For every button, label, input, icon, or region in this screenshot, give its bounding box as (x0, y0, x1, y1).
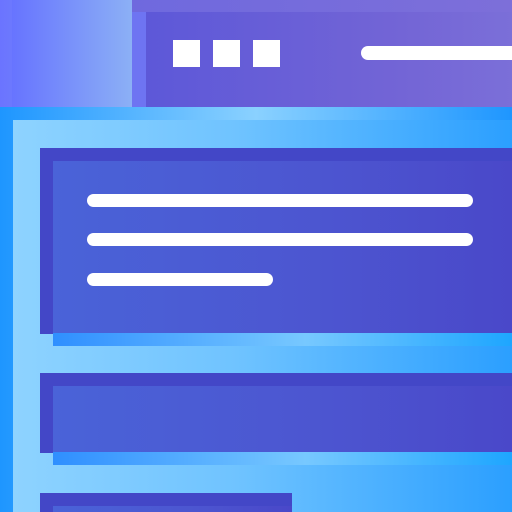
window-control-square-icon[interactable] (253, 40, 280, 67)
card-shadow (53, 452, 512, 465)
window-control-square-icon[interactable] (173, 40, 200, 67)
illustration-canvas (0, 0, 512, 512)
card-text-line (87, 194, 473, 207)
back-window-titlebar-shadow (132, 0, 512, 12)
front-window (0, 107, 512, 512)
front-window-content (13, 120, 512, 512)
content-card-3[interactable] (53, 506, 292, 512)
content-card-1[interactable] (53, 161, 512, 333)
back-window-titlebar (146, 12, 512, 108)
window-control-square-icon[interactable] (213, 40, 240, 67)
card-text-line (87, 233, 473, 246)
card-text-line (87, 273, 273, 286)
card-shadow (53, 333, 512, 346)
content-card-2[interactable] (53, 386, 512, 452)
address-bar-line[interactable] (361, 46, 512, 60)
back-window (0, 0, 512, 108)
back-window-left-panel (0, 0, 132, 108)
